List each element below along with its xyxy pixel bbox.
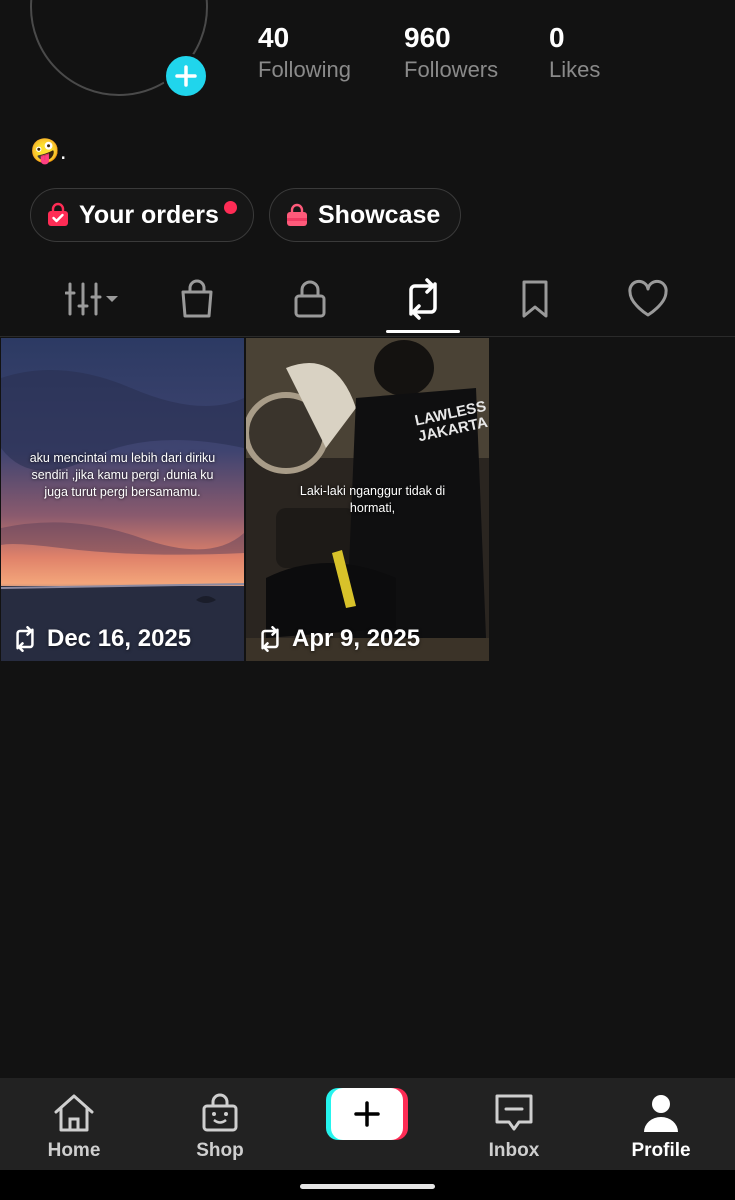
nav-inbox[interactable]: Inbox (459, 1078, 569, 1170)
following-count: 40 (258, 22, 290, 53)
repost-date: Apr 9, 2025 (256, 625, 420, 653)
showcase-bag-icon (287, 203, 307, 226)
nav-shop-label: Shop (196, 1140, 244, 1161)
lock-icon (294, 280, 326, 318)
repost-icon (16, 626, 34, 652)
followers-count: 960 (404, 22, 451, 53)
your-orders-button[interactable]: Your orders (30, 188, 254, 242)
tab-saved[interactable] (505, 274, 565, 324)
heart-icon (628, 279, 668, 317)
profile-icon (644, 1095, 678, 1132)
orders-bag-icon (48, 202, 68, 226)
stat-followers[interactable]: 960 Followers (404, 22, 498, 84)
repost-date-label: Dec 16, 2025 (47, 625, 192, 652)
showcase-label: Showcase (318, 200, 441, 229)
likes-count: 0 (549, 22, 565, 53)
nav-profile-label: Profile (631, 1140, 691, 1161)
inbox-icon (495, 1094, 533, 1131)
stat-following[interactable]: 40 Following (258, 22, 351, 84)
bookmark-icon (522, 280, 548, 318)
video-caption: aku mencintai mu lebih dari diriku sendi… (29, 451, 216, 499)
nav-inbox-label: Inbox (488, 1140, 540, 1161)
video-caption: Laki-laki nganggur tidak di hormati, (299, 484, 446, 515)
tab-private[interactable] (280, 274, 340, 324)
tab-videos[interactable] (64, 274, 124, 324)
repost-date-label: Apr 9, 2025 (292, 625, 421, 652)
following-label: Following (258, 57, 351, 82)
tab-shop[interactable] (167, 274, 227, 324)
video-tile[interactable]: LAWLESS JAKARTA Laki-laki nganggur tidak… (246, 338, 489, 661)
nav-home[interactable]: Home (19, 1078, 129, 1170)
home-icon (54, 1094, 94, 1132)
active-tab-indicator (386, 330, 460, 333)
notification-dot (224, 201, 237, 214)
showcase-button[interactable]: Showcase (269, 188, 461, 242)
tab-liked[interactable] (618, 274, 678, 324)
nav-home-label: Home (47, 1140, 101, 1161)
profile-tabs (0, 262, 735, 337)
repost-date: Dec 16, 2025 (11, 625, 191, 653)
plus-icon (354, 1101, 380, 1127)
tab-reposts[interactable] (393, 274, 453, 324)
repost-icon (409, 278, 437, 320)
add-story-button[interactable] (163, 53, 209, 99)
nav-profile[interactable]: Profile (606, 1078, 716, 1170)
followers-label: Followers (404, 57, 499, 82)
plus-icon (175, 65, 197, 87)
profile-bio: 🤪. (30, 138, 67, 165)
home-indicator[interactable] (300, 1184, 435, 1189)
create-button[interactable] (326, 1088, 408, 1140)
grid-filter-icon (65, 282, 118, 316)
shop-bag-icon (181, 279, 213, 318)
your-orders-label: Your orders (79, 200, 219, 229)
repost-icon (261, 626, 279, 652)
shop-icon (202, 1093, 238, 1132)
likes-label: Likes (549, 57, 601, 82)
stat-likes[interactable]: 0 Likes (549, 22, 600, 84)
nav-shop[interactable]: Shop (165, 1078, 275, 1170)
video-tile[interactable]: aku mencintai mu lebih dari diriku sendi… (1, 338, 244, 661)
